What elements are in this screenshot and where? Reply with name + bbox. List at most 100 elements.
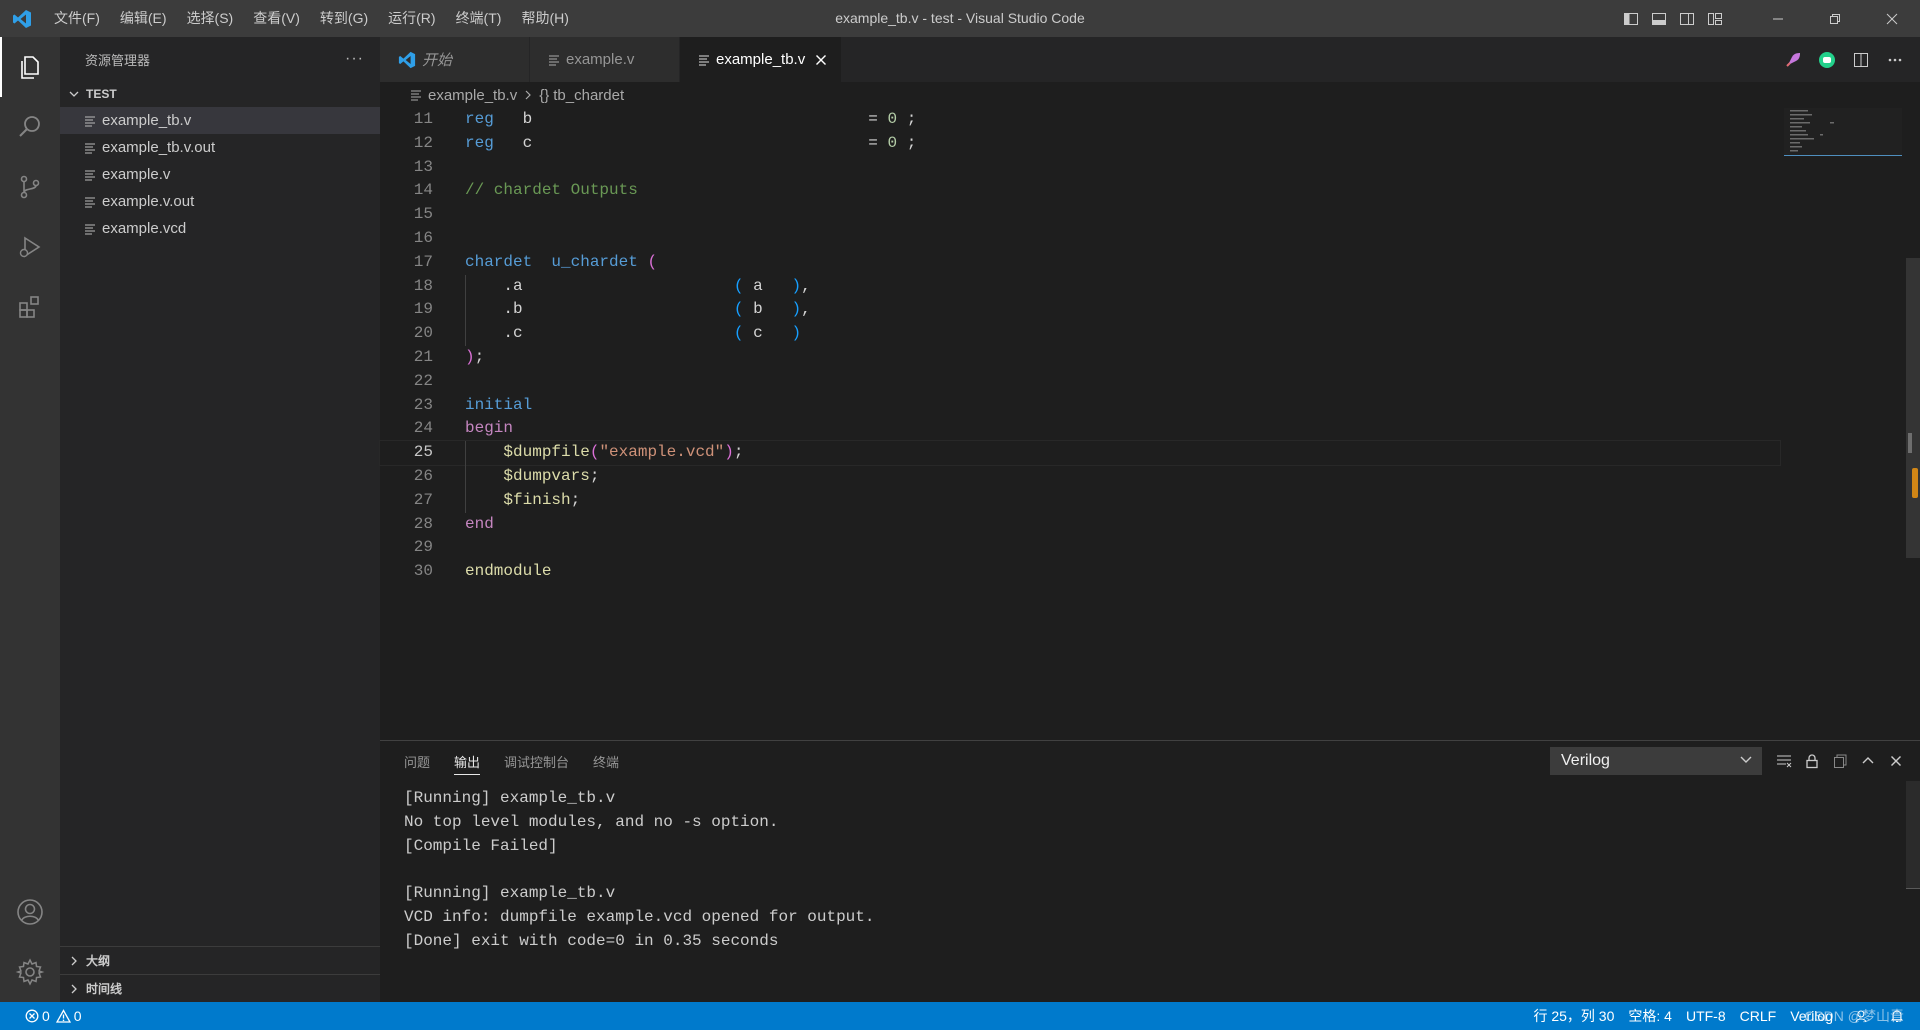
rocket-run-icon[interactable] xyxy=(1776,37,1810,82)
end-of-line[interactable]: CRLF xyxy=(1733,1002,1784,1030)
code-line[interactable]: 20 .c ( c ) xyxy=(380,322,1780,346)
file-item[interactable]: example.v.out xyxy=(60,188,380,215)
tab-welcome[interactable]: 开始 xyxy=(380,37,530,82)
code-line[interactable]: 15 xyxy=(380,203,1780,227)
file-item[interactable]: example.v xyxy=(60,161,380,188)
maximize-panel-icon[interactable] xyxy=(1854,741,1882,781)
indentation[interactable]: 空格: 4 xyxy=(1621,1002,1679,1030)
code-line[interactable]: 22 xyxy=(380,370,1780,394)
toggle-secondary-sidebar-icon[interactable] xyxy=(1673,0,1701,37)
menu-item[interactable]: 转到(G) xyxy=(310,0,378,37)
code-line[interactable]: 21); xyxy=(380,346,1780,370)
status-bar: 0 0 行 25，列 30 空格: 4 UTF-8 CRLF Verilog C… xyxy=(0,1002,1920,1030)
code-line[interactable]: 30 endmodule xyxy=(380,560,1780,584)
line-content: $finish; xyxy=(503,490,581,509)
run-and-debug-icon[interactable] xyxy=(0,217,60,277)
problems-status[interactable]: 0 0 xyxy=(18,1002,89,1030)
breadcrumb-file[interactable]: example_tb.v xyxy=(428,87,517,104)
copilot-status-icon[interactable] xyxy=(1810,37,1844,82)
outline-section[interactable]: 大纲 xyxy=(60,946,380,974)
output-log[interactable]: [Running] example_tb.v No top level modul… xyxy=(380,781,1920,954)
encoding[interactable]: UTF-8 xyxy=(1679,1002,1733,1030)
code-line[interactable]: 14 // chardet Outputs xyxy=(380,179,1780,203)
panel-header: 问题 输出 调试控制台 终端 Verilog xyxy=(380,741,1920,781)
extensions-icon[interactable] xyxy=(0,277,60,337)
minimap[interactable] xyxy=(1784,108,1902,168)
code-line[interactable]: 19 .b ( b ), xyxy=(380,298,1780,323)
split-editor-icon[interactable] xyxy=(1844,37,1878,82)
restore-icon[interactable] xyxy=(1806,0,1863,37)
chevron-right-icon xyxy=(523,89,533,101)
toggle-primary-sidebar-icon[interactable] xyxy=(1617,0,1645,37)
code-line[interactable]: 29 xyxy=(380,536,1780,560)
menu-item[interactable]: 文件(F) xyxy=(44,0,110,37)
scrollbar-thumb[interactable] xyxy=(1906,258,1920,558)
bottom-panel: 问题 输出 调试控制台 终端 Verilog [Running] example… xyxy=(380,740,1920,1002)
editor-more-actions-icon[interactable] xyxy=(1878,37,1912,82)
more-actions-icon[interactable]: ··· xyxy=(345,50,364,68)
timeline-section[interactable]: 时间线 xyxy=(60,974,380,1002)
code-line[interactable]: 18 .a ( a ), xyxy=(380,274,1780,299)
minimize-icon[interactable] xyxy=(1749,0,1806,37)
close-window-icon[interactable] xyxy=(1863,0,1920,37)
menu-item[interactable]: 选择(S) xyxy=(177,0,244,37)
clear-output-icon[interactable] xyxy=(1770,741,1798,781)
file-name: example.v.out xyxy=(102,193,195,210)
panel-tab[interactable]: 输出 xyxy=(454,741,481,781)
lock-scroll-icon[interactable] xyxy=(1798,741,1826,781)
code-line[interactable]: 11 reg b = 0 ; xyxy=(380,108,1780,132)
file-item[interactable]: example.vcd xyxy=(60,215,380,242)
code-editor[interactable]: 11 reg b = 0 ; 12 reg c = 0 ; 13 14 // chardet… xyxy=(379,108,1781,668)
code-line[interactable]: 12 reg c = 0 ; xyxy=(380,132,1780,156)
search-icon[interactable] xyxy=(0,97,60,157)
line-number: 13 xyxy=(413,157,433,176)
file-lines-icon xyxy=(82,140,98,156)
code-line[interactable]: 13 xyxy=(380,156,1780,180)
menu-item[interactable]: 帮助(H) xyxy=(511,0,578,37)
output-channel-select[interactable]: Verilog xyxy=(1550,747,1762,775)
code-line[interactable]: 27 $finish; xyxy=(380,488,1780,513)
file-item[interactable]: example_tb.v.out xyxy=(60,134,380,161)
output-line: VCD info: dumpfile example.vcd opened fo… xyxy=(404,907,875,926)
tab-example-v[interactable]: example.v xyxy=(530,37,680,82)
code-line[interactable]: 16 xyxy=(380,227,1780,251)
source-control-icon[interactable] xyxy=(0,157,60,217)
code-line[interactable]: 24 begin xyxy=(380,417,1780,441)
menu-item[interactable]: 运行(R) xyxy=(378,0,445,37)
line-number: 15 xyxy=(413,205,433,224)
panel-tab[interactable]: 终端 xyxy=(593,741,619,781)
customize-layout-icon[interactable] xyxy=(1701,0,1729,37)
scrollbar-thumb[interactable] xyxy=(1906,781,1920,889)
cursor-position[interactable]: 行 25，列 30 xyxy=(1526,1002,1621,1030)
close-panel-icon[interactable] xyxy=(1882,741,1910,781)
breadcrumb-symbol[interactable]: tb_chardet xyxy=(553,87,624,104)
file-lines-icon xyxy=(82,221,98,237)
output-channel-value: Verilog xyxy=(1561,752,1610,769)
panel-tab[interactable]: 问题 xyxy=(404,741,430,781)
panel-scrollbar[interactable] xyxy=(1906,781,1920,1003)
vscode-logo-icon xyxy=(0,0,44,37)
panel-tab[interactable]: 调试控制台 xyxy=(504,741,569,781)
editor-scrollbar[interactable] xyxy=(1906,108,1920,740)
vscode-logo-icon xyxy=(398,51,416,69)
file-name: example.vcd xyxy=(102,220,187,237)
menu-item[interactable]: 查看(V) xyxy=(243,0,310,37)
open-log-file-icon[interactable] xyxy=(1826,741,1854,781)
code-line[interactable]: 28 end xyxy=(380,513,1780,537)
explorer-icon[interactable] xyxy=(0,37,60,97)
folder-test-header[interactable]: TEST xyxy=(60,81,380,107)
code-line[interactable]: 23 initial xyxy=(380,394,1780,418)
close-tab-icon[interactable] xyxy=(815,54,827,66)
manage-gear-icon[interactable] xyxy=(0,942,60,1002)
toggle-panel-icon[interactable] xyxy=(1645,0,1673,37)
code-line[interactable]: 17 chardet u_chardet ( xyxy=(380,251,1780,275)
menu-item[interactable]: 编辑(E) xyxy=(110,0,177,37)
accounts-icon[interactable] xyxy=(0,882,60,942)
file-item[interactable]: example_tb.v xyxy=(60,107,380,134)
line-content: .b ( b ), xyxy=(503,300,811,319)
menu-item[interactable]: 终端(T) xyxy=(446,0,512,37)
output-line: No top level modules, and no -s option. xyxy=(404,812,779,831)
code-line[interactable]: 25 $dumpfile("example.vcd"); xyxy=(379,440,1781,466)
code-line[interactable]: 26 $dumpvars; xyxy=(380,464,1780,489)
tab-example-tb-v[interactable]: example_tb.v xyxy=(680,37,843,82)
